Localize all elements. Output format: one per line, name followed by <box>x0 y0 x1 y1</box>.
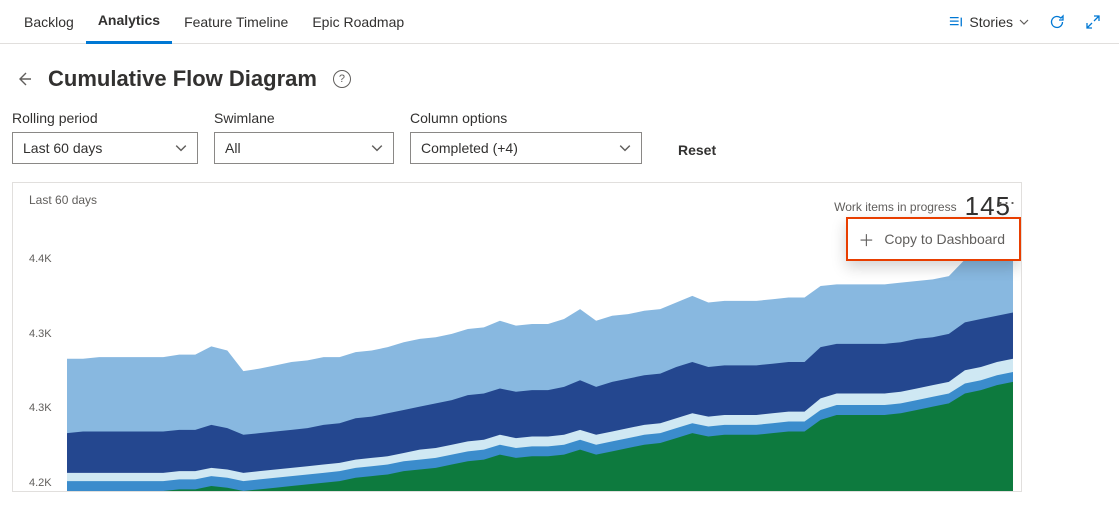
more-actions-button[interactable]: ⋯ <box>997 193 1017 213</box>
backlog-level-dropdown[interactable]: Stories <box>943 10 1035 34</box>
chart-subtitle: Last 60 days <box>29 193 97 207</box>
refresh-button[interactable] <box>1043 8 1071 36</box>
backlog-level-label: Stories <box>969 14 1013 30</box>
chevron-down-icon <box>371 142 383 154</box>
list-icon <box>949 15 963 29</box>
swimlane-dropdown[interactable]: All <box>214 132 394 164</box>
chart-area <box>67 243 1013 491</box>
ytick: 4.3K <box>29 328 52 342</box>
rolling-period-value: Last 60 days <box>23 140 102 156</box>
fullscreen-button[interactable] <box>1079 8 1107 36</box>
ytick: 4.4K <box>29 253 52 267</box>
ytick: 4.3K <box>29 402 52 416</box>
plus-icon: ＋ <box>858 227 874 251</box>
copy-to-dashboard-menu-item[interactable]: ＋ Copy to Dashboard <box>846 217 1021 261</box>
tab-bar: Backlog Analytics Feature Timeline Epic … <box>0 0 1119 44</box>
chart-card: Last 60 days Work items in progress 145 … <box>12 182 1022 492</box>
y-axis-ticks: 4.4K 4.3K 4.3K 4.2K <box>29 253 52 491</box>
tab-feature-timeline[interactable]: Feature Timeline <box>172 0 300 44</box>
swimlane-label: Swimlane <box>214 110 394 126</box>
help-button[interactable]: ? <box>333 70 351 88</box>
filter-row: Rolling period Last 60 days Swimlane All… <box>0 100 1119 182</box>
column-options-dropdown[interactable]: Completed (+4) <box>410 132 642 164</box>
page-title: Cumulative Flow Diagram <box>48 66 317 92</box>
chevron-down-icon <box>175 142 187 154</box>
column-options-value: Completed (+4) <box>421 140 518 156</box>
rolling-period-label: Rolling period <box>12 110 198 126</box>
chevron-down-icon <box>619 142 631 154</box>
rolling-period-dropdown[interactable]: Last 60 days <box>12 132 198 164</box>
expand-icon <box>1085 14 1101 30</box>
tab-backlog[interactable]: Backlog <box>12 0 86 44</box>
column-options-label: Column options <box>410 110 642 126</box>
tab-epic-roadmap[interactable]: Epic Roadmap <box>300 0 416 44</box>
arrow-left-icon <box>16 71 32 87</box>
page-header: Cumulative Flow Diagram ? <box>0 44 1119 100</box>
back-button[interactable] <box>12 67 36 91</box>
ytick: 4.2K <box>29 477 52 491</box>
copy-to-dashboard-label: Copy to Dashboard <box>884 231 1005 247</box>
chevron-down-icon <box>1019 17 1029 27</box>
metric-label: Work items in progress <box>834 200 956 214</box>
refresh-icon <box>1049 14 1065 30</box>
tab-analytics[interactable]: Analytics <box>86 0 172 44</box>
cumulative-flow-chart <box>67 243 1013 491</box>
reset-button[interactable]: Reset <box>670 136 724 164</box>
swimlane-value: All <box>225 140 241 156</box>
